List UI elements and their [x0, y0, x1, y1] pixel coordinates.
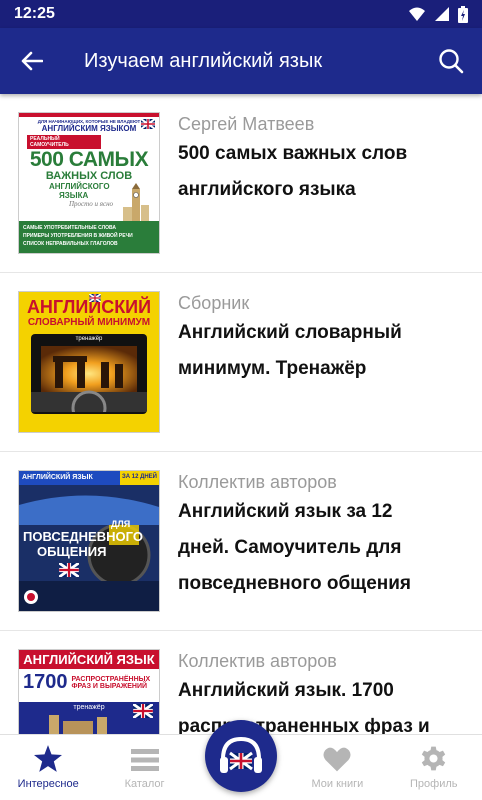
- cover-text: АНГЛИЙСКИЙ ЯЗЫК: [19, 650, 159, 669]
- book-title-line: 500 самых важных слов: [178, 143, 408, 164]
- book-title[interactable]: 500 самых важных слов английского языка: [178, 136, 464, 208]
- cover-text: ВАЖНЫХ СЛОВ: [45, 170, 133, 182]
- book-item[interactable]: ДЛЯ НАЧИНАЮЩИХ, КОТОРЫЕ НЕ ВЛАДЕЮТ АНГЛИ…: [0, 94, 482, 273]
- book-list: ДЛЯ НАЧИНАЮЩИХ, КОТОРЫЕ НЕ ВЛАДЕЮТ АНГЛИ…: [0, 94, 482, 734]
- status-bar: 12:25: [0, 0, 482, 28]
- gear-icon: [422, 746, 446, 771]
- search-button[interactable]: [420, 28, 482, 94]
- book-title-line: повседневного общения: [178, 573, 412, 594]
- back-button[interactable]: [0, 28, 64, 94]
- big-ben-illustration: [123, 183, 149, 221]
- cover-text: ДЛЯ: [111, 519, 131, 529]
- nav-item-profile[interactable]: Профиль: [386, 735, 482, 800]
- list-icon: [130, 749, 159, 771]
- cover-text: ПОВСЕДНЕВНОГО: [23, 529, 143, 544]
- cover-text: РАСПРОСТРАНЁННЫХ: [71, 675, 151, 683]
- status-time: 12:25: [14, 5, 55, 22]
- search-icon: [439, 49, 464, 74]
- book-title-line: Английский язык за 12: [178, 501, 393, 522]
- page-title: Изучаем английский язык: [84, 49, 323, 72]
- cover-text: СЛОВАРНЫЙ МИНИМУМ: [27, 317, 151, 328]
- book-cover[interactable]: ДЛЯ НАЧИНАЮЩИХ, КОТОРЫЕ НЕ ВЛАДЕЮТ АНГЛИ…: [18, 112, 160, 254]
- arrow-left-icon: [21, 51, 43, 71]
- signal-icon: [435, 7, 449, 21]
- cover-text: САМЫЕ УПОТРЕБИТЕЛЬНЫЕ СЛОВА: [23, 225, 116, 231]
- cover-text: АНГЛИЙСКИЙ ЯЗЫК: [19, 471, 120, 485]
- book-info: Сергей Матвеев 500 самых важных слов анг…: [178, 112, 464, 272]
- book-cover[interactable]: АНГЛИЙСКИЙ ЯЗЫК 1700 РАСПРОСТРАНЁННЫХ ФР…: [18, 649, 160, 734]
- book-author: Сергей Матвеев: [178, 114, 315, 134]
- heart-icon: [323, 747, 351, 772]
- book-title-line: дней. Самоучитель для: [178, 537, 402, 558]
- nav-item-my-books[interactable]: Мои книги: [289, 735, 385, 800]
- uk-flag-icon: [89, 294, 101, 302]
- book-item[interactable]: АНГЛИЙСКИЙ ЯЗЫК ЗА 12 ДНЕЙ ДЛЯ ПОВСЕДНЕВ…: [0, 452, 482, 631]
- uk-flag-icon: [133, 704, 153, 718]
- publisher-logo-icon: [24, 590, 38, 604]
- player-button[interactable]: [205, 720, 277, 792]
- status-icons: [408, 5, 468, 23]
- nav-label: Интересное: [17, 778, 79, 790]
- book-info: Коллектив авторов Английский язык. 1700 …: [178, 649, 464, 734]
- book-title[interactable]: Английский язык за 12 дней. Самоучитель …: [178, 494, 464, 602]
- book-info: Коллектив авторов Английский язык за 12 …: [178, 470, 464, 630]
- cover-text: ОБЩЕНИЯ: [37, 544, 107, 559]
- book-cover[interactable]: АНГЛИЙСКИЙ СЛОВАРНЫЙ МИНИМУМ тренажёр: [18, 291, 160, 433]
- book-author: Сборник: [178, 293, 250, 313]
- nav-label: Профиль: [410, 778, 458, 790]
- book-item[interactable]: АНГЛИЙСКИЙ СЛОВАРНЫЙ МИНИМУМ тренажёр Сб…: [0, 273, 482, 452]
- cover-text: АНГЛИЙСКИМ ЯЗЫКОМ: [41, 124, 137, 133]
- book-author: Коллектив авторов: [178, 651, 337, 671]
- book-title-line: Английский язык. 1700: [178, 680, 394, 701]
- app-bar: Изучаем английский язык: [0, 28, 482, 94]
- nav-item-interesting[interactable]: Интересное: [0, 735, 96, 800]
- book-cover[interactable]: АНГЛИЙСКИЙ ЯЗЫК ЗА 12 ДНЕЙ ДЛЯ ПОВСЕДНЕВ…: [18, 470, 160, 612]
- battery-icon: [458, 5, 468, 23]
- cover-text: СПИСОК НЕПРАВИЛЬНЫХ ГЛАГОЛОВ: [23, 241, 118, 247]
- cover-text: ФРАЗ И ВЫРАЖЕНИЙ: [71, 682, 148, 690]
- star-icon: [34, 745, 63, 772]
- nav-item-catalog[interactable]: Каталог: [96, 735, 192, 800]
- stonehenge-sunset-illustration: [31, 346, 147, 414]
- wifi-icon: [409, 7, 425, 21]
- cover-text: РЕАЛЬНЫЙ САМОУЧИТЕЛЬ: [27, 135, 101, 149]
- uk-flag-icon: [141, 119, 155, 129]
- nav-label: Мои книги: [311, 778, 364, 790]
- uk-flag-icon: [59, 563, 79, 577]
- cover-text: 1700: [23, 671, 68, 693]
- cover-text: ЗА 12 ДНЕЙ: [119, 471, 159, 485]
- book-title-line: минимум. Тренажёр: [178, 358, 367, 379]
- book-title-line: Английский словарный: [178, 322, 402, 343]
- headphones-flag-icon: [220, 736, 262, 773]
- book-item[interactable]: АНГЛИЙСКИЙ ЯЗЫК 1700 РАСПРОСТРАНЁННЫХ ФР…: [0, 631, 482, 734]
- book-info: Сборник Английский словарный минимум. Тр…: [178, 291, 464, 451]
- cover-text: 500 САМЫХ: [29, 148, 149, 171]
- cover-text: ПРИМЕРЫ УПОТРЕБЛЕНИЯ В ЖИВОЙ РЕЧИ: [23, 233, 133, 239]
- book-title[interactable]: Английский словарный минимум. Тренажёр: [178, 315, 464, 387]
- book-title-line: английского языка: [178, 179, 356, 200]
- book-author: Коллектив авторов: [178, 472, 337, 492]
- nav-label: Каталог: [124, 778, 165, 790]
